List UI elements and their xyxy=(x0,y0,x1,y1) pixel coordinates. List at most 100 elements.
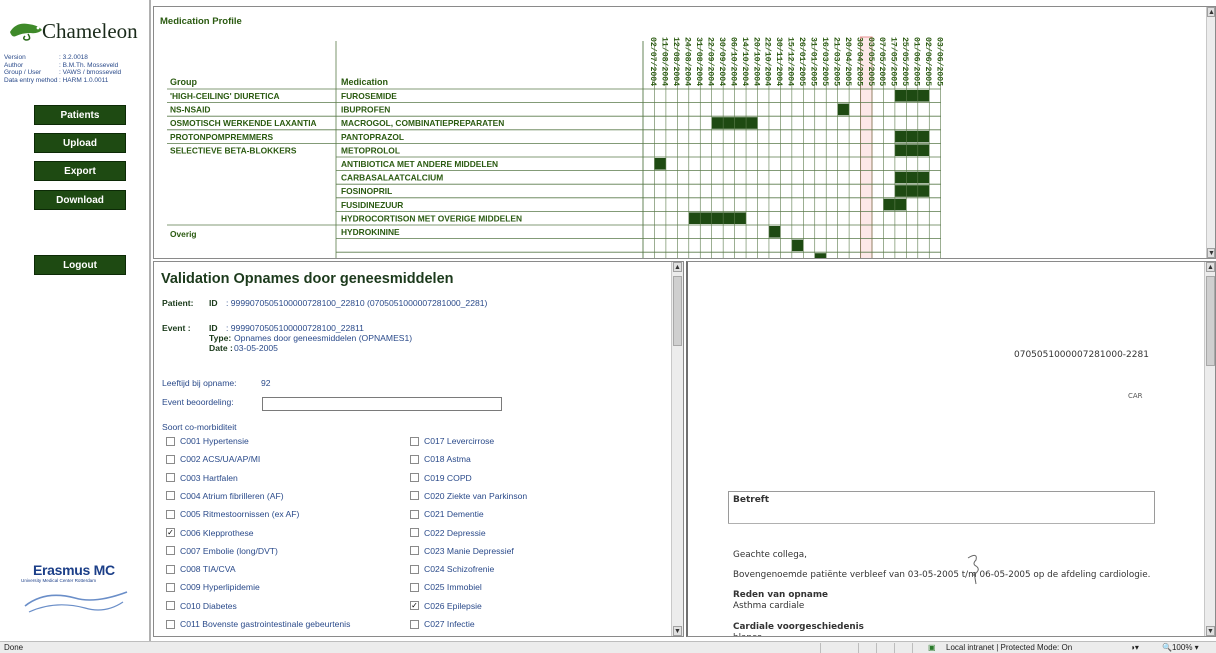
medication-label: HYDROCORTISON MET OVERIGE MIDDELEN xyxy=(341,213,522,223)
medication-active-cell xyxy=(814,253,827,258)
checkbox-icon[interactable] xyxy=(410,473,419,483)
brand-name: Chameleon xyxy=(42,19,138,43)
comorbidity-label: C004 Atrium fibrilleren (AF) xyxy=(180,490,284,501)
profile-scrollbar[interactable]: ▲ ▼ xyxy=(1206,7,1215,258)
checkbox-icon[interactable] xyxy=(410,528,419,537)
checkbox-checked-icon[interactable]: ✓ xyxy=(166,528,175,537)
group-label: SELECTIEVE BETA-BLOKKERS xyxy=(170,145,297,155)
comorbidity-checkbox[interactable]: C020 Ziekte van Parkinson xyxy=(410,491,527,501)
age-value: 92 xyxy=(261,378,271,388)
scroll-thumb[interactable] xyxy=(1206,276,1215,366)
checkbox-icon[interactable] xyxy=(166,509,175,519)
comorbidity-checkbox[interactable]: C024 Schizofrenie xyxy=(410,564,494,574)
handwritten-mark xyxy=(967,554,979,585)
comorbidity-checkbox[interactable]: C005 Ritmestoornissen (ex AF) xyxy=(166,509,299,519)
reason-text: Asthma cardiale xyxy=(733,601,805,611)
date-column-header: 03/06/2005 xyxy=(934,37,944,86)
comorbidity-checkbox[interactable]: C002 ACS/UA/AP/MI xyxy=(166,454,260,464)
comorbidity-checkbox[interactable]: C022 Depressie xyxy=(410,528,486,538)
comorbidity-checkbox[interactable]: C009 Hyperlipidemie xyxy=(166,582,260,592)
comorbidity-checkbox[interactable]: C023 Manie Depressief xyxy=(410,546,514,556)
checkbox-icon[interactable] xyxy=(410,454,419,464)
betreft-underline xyxy=(728,523,1155,524)
scroll-up-icon[interactable]: ▲ xyxy=(1207,7,1215,17)
checkbox-icon[interactable] xyxy=(410,546,419,556)
upload-button[interactable]: Upload xyxy=(34,133,126,153)
comorbidity-checkbox[interactable]: C001 Hypertensie xyxy=(166,436,249,446)
scroll-thumb[interactable] xyxy=(673,276,682,346)
medication-active-cell xyxy=(906,144,918,156)
comorbidity-checkbox[interactable]: C003 Hartfalen xyxy=(166,473,238,483)
group-label: 'HIGH-CEILING' DIURETICA xyxy=(170,91,280,101)
date-column-header: 02/06/2005 xyxy=(923,37,933,86)
checkbox-icon[interactable] xyxy=(410,436,419,446)
history-text: blanco xyxy=(733,633,762,636)
document-panel: 0705051000007281000-2281 CAR Betreft Gea… xyxy=(686,261,1216,637)
date-column-header: 11/08/2004 xyxy=(660,37,670,86)
checkbox-icon[interactable] xyxy=(410,509,419,519)
medication-active-cell xyxy=(917,90,930,102)
meta-version: Version: 3.2.0018 xyxy=(4,54,88,61)
checkbox-icon[interactable] xyxy=(410,619,419,629)
checkbox-icon[interactable] xyxy=(166,564,175,574)
comorbidity-checkbox[interactable]: C027 Infectie xyxy=(410,619,475,629)
department-code: CAR xyxy=(1128,392,1143,400)
validation-title: Validation Opnames door geneesmiddelen xyxy=(161,271,454,287)
medication-active-cell xyxy=(688,212,701,224)
medication-active-cell xyxy=(837,103,850,116)
checkbox-checked-icon[interactable]: ✓ xyxy=(410,601,419,611)
medication-active-cell xyxy=(654,158,666,170)
medication-active-cell xyxy=(746,117,758,129)
medication-active-cell xyxy=(711,117,724,129)
security-zone-icon[interactable]: ▣ xyxy=(928,643,936,652)
checkbox-icon[interactable] xyxy=(166,454,175,464)
date-column-header: 30/09/2004 xyxy=(717,37,727,86)
comorbidity-checkbox[interactable]: C018 Astma xyxy=(410,454,471,464)
comorbidity-checkbox[interactable]: C010 Diabetes xyxy=(166,601,237,611)
document-scrollbar[interactable]: ▲ ▼ xyxy=(1204,262,1215,636)
comorbidity-checkbox[interactable]: C004 Atrium fibrilleren (AF) xyxy=(166,491,284,501)
checkbox-icon[interactable] xyxy=(166,582,175,592)
comorbidity-checkbox[interactable]: C008 TIA/CVA xyxy=(166,564,236,574)
checkbox-icon[interactable] xyxy=(410,582,419,592)
export-button[interactable]: Export xyxy=(34,161,126,181)
medication-active-cell xyxy=(791,239,804,252)
checkbox-icon[interactable] xyxy=(410,491,419,501)
event-rating-input[interactable] xyxy=(262,397,502,411)
comorbidity-checkbox[interactable]: C019 COPD xyxy=(410,473,472,483)
status-divider xyxy=(894,643,895,653)
comorbidity-checkbox[interactable]: C007 Embolie (long/DVT) xyxy=(166,546,278,556)
validation-scrollbar[interactable]: ▲ ▼ xyxy=(671,262,683,636)
sidebar: Chameleon Version: 3.2.0018 Author: B.M.… xyxy=(0,0,151,641)
scroll-up-icon[interactable]: ▲ xyxy=(673,262,682,272)
checkbox-icon[interactable] xyxy=(166,619,175,629)
date-column-header: 30/11/2004 xyxy=(774,37,784,86)
checkbox-icon[interactable] xyxy=(166,546,175,556)
comorbidity-checkbox[interactable]: C021 Dementie xyxy=(410,509,484,519)
comorbidity-checkbox[interactable]: C011 Bovenste gastrointestinale gebeurte… xyxy=(166,619,350,629)
comorbidity-checkbox[interactable]: C025 Immobiel xyxy=(410,582,482,592)
download-button[interactable]: Download xyxy=(34,190,126,210)
protected-mode-icon[interactable]: ◑▾ xyxy=(1130,643,1139,652)
checkbox-icon[interactable] xyxy=(410,564,419,574)
checkbox-icon[interactable] xyxy=(166,436,175,446)
scroll-down-icon[interactable]: ▼ xyxy=(1207,248,1215,258)
checkbox-icon[interactable] xyxy=(166,491,175,501)
comorbidity-checkbox[interactable]: C017 Levercirrose xyxy=(410,436,494,446)
status-bar: Done ▣ Local intranet | Protected Mode: … xyxy=(0,641,1216,653)
scroll-up-icon[interactable]: ▲ xyxy=(1206,262,1215,272)
scroll-down-icon[interactable]: ▼ xyxy=(673,626,682,636)
comorbidity-checkbox[interactable]: ✓ C006 Klepprothese xyxy=(166,528,254,538)
zoom-level[interactable]: 🔍100% ▾ xyxy=(1162,643,1199,652)
security-zone-text[interactable]: Local intranet | Protected Mode: On xyxy=(946,643,1072,652)
app-window: Chameleon Version: 3.2.0018 Author: B.M.… xyxy=(0,0,1216,653)
patients-button[interactable]: Patients xyxy=(34,105,126,125)
scroll-down-icon[interactable]: ▼ xyxy=(1206,626,1215,636)
comorbidity-label: C018 Astma xyxy=(424,454,471,465)
medication-active-cell xyxy=(734,117,747,129)
checkbox-icon[interactable] xyxy=(166,601,175,611)
checkbox-icon[interactable] xyxy=(166,473,175,483)
comorbidity-checkbox[interactable]: ✓ C026 Epilepsie xyxy=(410,601,482,611)
logout-button[interactable]: Logout xyxy=(34,255,126,275)
event-rating-label: Event beoordeling: xyxy=(162,397,234,407)
